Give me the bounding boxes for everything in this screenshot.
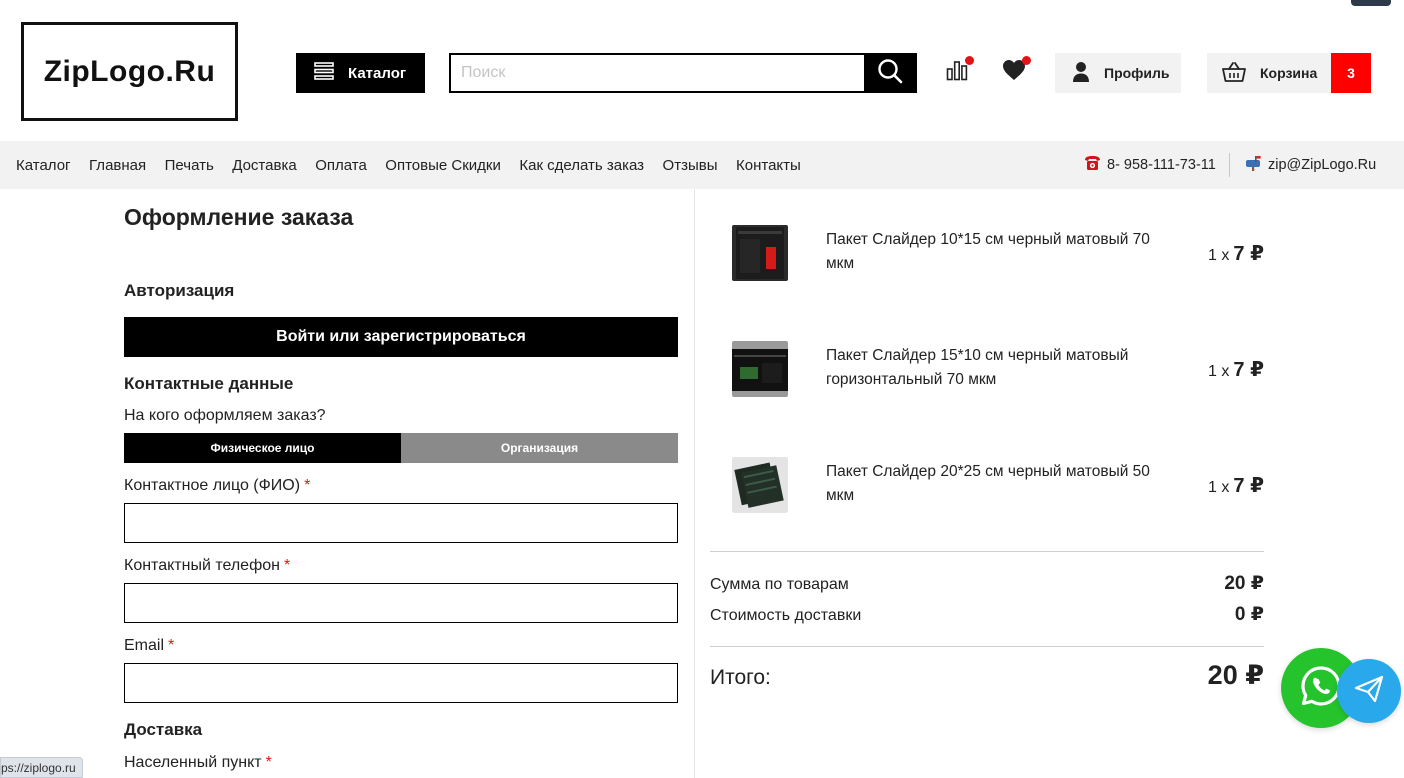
menu-icon: [314, 62, 334, 84]
contact-person-label: Контактное лицо (ФИО) *: [124, 477, 310, 495]
search-input[interactable]: [451, 55, 864, 91]
product-thumbnail[interactable]: [732, 457, 788, 513]
product-qty-price: 1 x 7 ₽: [1208, 473, 1264, 498]
contact-person-input[interactable]: [125, 504, 677, 542]
email-label: Email *: [124, 637, 174, 655]
compare-badge-dot: [965, 56, 974, 65]
subtotal-label: Сумма по товарам: [710, 576, 849, 593]
product-qty: 1 x: [1208, 247, 1230, 264]
contact-phone-label-text: Контактный телефон: [124, 557, 280, 574]
customer-type-toggle: Физическое лицо Организация: [124, 433, 678, 463]
total-row: Итого: 20 ₽: [710, 660, 1264, 691]
delivery-cost-value: 0 ₽: [1234, 604, 1264, 625]
nav-link-how-to-order[interactable]: Как сделать заказ: [519, 157, 644, 174]
login-register-button[interactable]: Войти или зарегистрироваться: [124, 317, 678, 357]
top-corner-tab[interactable]: [1351, 0, 1391, 6]
basket-icon: [1222, 61, 1246, 85]
telephone-icon: [1084, 155, 1101, 175]
nav-links: Каталог Главная Печать Доставка Оплата О…: [16, 141, 801, 189]
contact-person-label-text: Контактное лицо (ФИО): [124, 477, 301, 494]
nav-link-delivery[interactable]: Доставка: [232, 157, 296, 174]
total-divider: [710, 646, 1264, 647]
profile-button-label: Профиль: [1104, 65, 1170, 81]
email-label-text: Email: [124, 637, 165, 654]
required-marker: *: [283, 557, 291, 574]
email-address: zip@ZipLogo.Ru: [1268, 157, 1377, 173]
email-field: [124, 663, 678, 703]
product-name[interactable]: Пакет Слайдер 20*25 см черный матовый 50…: [826, 460, 1176, 508]
product-qty: 1 x: [1208, 479, 1230, 496]
phone-contact[interactable]: 8- 958-111-73-11: [1084, 141, 1216, 189]
cart-button-label: Корзина: [1260, 65, 1318, 81]
catalog-button[interactable]: Каталог: [296, 53, 425, 93]
cart-item: Пакет Слайдер 15*10 см черный матовый го…: [732, 341, 1264, 397]
product-name[interactable]: Пакет Слайдер 15*10 см черный матовый го…: [826, 344, 1176, 392]
subtotal-row: Сумма по товарам 20 ₽: [710, 572, 1264, 595]
toggle-organization[interactable]: Организация: [401, 433, 678, 463]
product-name[interactable]: Пакет Слайдер 10*15 см черный матовый 70…: [826, 228, 1176, 276]
nav-link-home[interactable]: Главная: [89, 157, 146, 174]
nav-link-payment[interactable]: Оплата: [315, 157, 367, 174]
column-divider: [694, 189, 695, 778]
customer-type-label: На кого оформляем заказ?: [124, 407, 326, 424]
contact-person-field: [124, 503, 678, 543]
cart-item: Пакет Слайдер 20*25 см черный матовый 50…: [732, 457, 1264, 513]
search-bar: [449, 53, 917, 93]
contact-phone-input[interactable]: [125, 584, 677, 622]
city-label-text: Населенный пункт: [124, 754, 262, 771]
product-price: 7 ₽: [1233, 359, 1264, 381]
product-qty: 1 x: [1208, 363, 1230, 380]
contact-phone-field: [124, 583, 678, 623]
required-marker: *: [265, 754, 272, 771]
summary-divider: [710, 551, 1264, 552]
profile-button[interactable]: Профиль: [1055, 53, 1181, 93]
contacts-section-title: Контактные данные: [124, 374, 294, 393]
nav-link-contacts[interactable]: Контакты: [736, 157, 801, 174]
cart-count-badge: 3: [1331, 53, 1371, 93]
nav-link-reviews[interactable]: Отзывы: [663, 157, 718, 174]
main-nav: Каталог Главная Печать Доставка Оплата О…: [0, 141, 1404, 189]
nav-link-catalog[interactable]: Каталог: [16, 157, 71, 174]
email-input[interactable]: [125, 664, 677, 702]
auth-section-title: Авторизация: [124, 281, 235, 300]
search-icon: [877, 58, 903, 89]
site-header: ZipLogo.Ru Каталог Профиль: [0, 0, 1404, 141]
delivery-cost-row: Стоимость доставки 0 ₽: [710, 603, 1264, 626]
favorites-button[interactable]: [999, 56, 1031, 87]
mailbox-icon: [1245, 155, 1262, 175]
telegram-button[interactable]: [1337, 659, 1401, 723]
site-logo[interactable]: ZipLogo.Ru: [21, 22, 238, 121]
product-thumbnail[interactable]: [732, 341, 788, 397]
product-qty-price: 1 x 7 ₽: [1208, 357, 1264, 382]
page-title: Оформление заказа: [124, 204, 354, 230]
contact-phone-label: Контактный телефон *: [124, 557, 290, 575]
total-label: Итого:: [710, 666, 771, 689]
cart-button[interactable]: Корзина 3: [1207, 53, 1371, 93]
toggle-individual[interactable]: Физическое лицо: [124, 433, 401, 463]
product-price: 7 ₽: [1233, 475, 1264, 497]
product-thumbnail[interactable]: [732, 225, 788, 281]
delivery-section-title: Доставка: [124, 720, 203, 739]
required-marker: *: [304, 477, 311, 494]
total-value: 20 ₽: [1207, 660, 1264, 690]
product-qty-price: 1 x 7 ₽: [1208, 241, 1264, 266]
search-button[interactable]: [864, 55, 915, 91]
nav-link-print[interactable]: Печать: [165, 157, 214, 174]
subtotal-value: 20 ₽: [1224, 573, 1264, 594]
nav-link-wholesale[interactable]: Оптовые Скидки: [385, 157, 501, 174]
compare-button[interactable]: [942, 56, 974, 87]
user-icon: [1072, 61, 1090, 86]
delivery-cost-label: Стоимость доставки: [710, 607, 862, 624]
catalog-button-label: Каталог: [348, 64, 407, 82]
phone-number: 8- 958-111-73-11: [1107, 157, 1216, 173]
nav-contacts-divider: [1229, 153, 1230, 177]
telegram-icon: [1353, 673, 1385, 710]
favorites-badge-dot: [1022, 56, 1031, 65]
cart-item: Пакет Слайдер 10*15 см черный матовый 70…: [732, 225, 1264, 281]
product-price: 7 ₽: [1233, 243, 1264, 265]
city-label: Населенный пункт *: [124, 754, 272, 772]
required-marker: *: [168, 637, 175, 654]
status-bar-url: ps://ziplogo.ru: [0, 757, 83, 778]
email-contact[interactable]: zip@ZipLogo.Ru: [1245, 141, 1376, 189]
